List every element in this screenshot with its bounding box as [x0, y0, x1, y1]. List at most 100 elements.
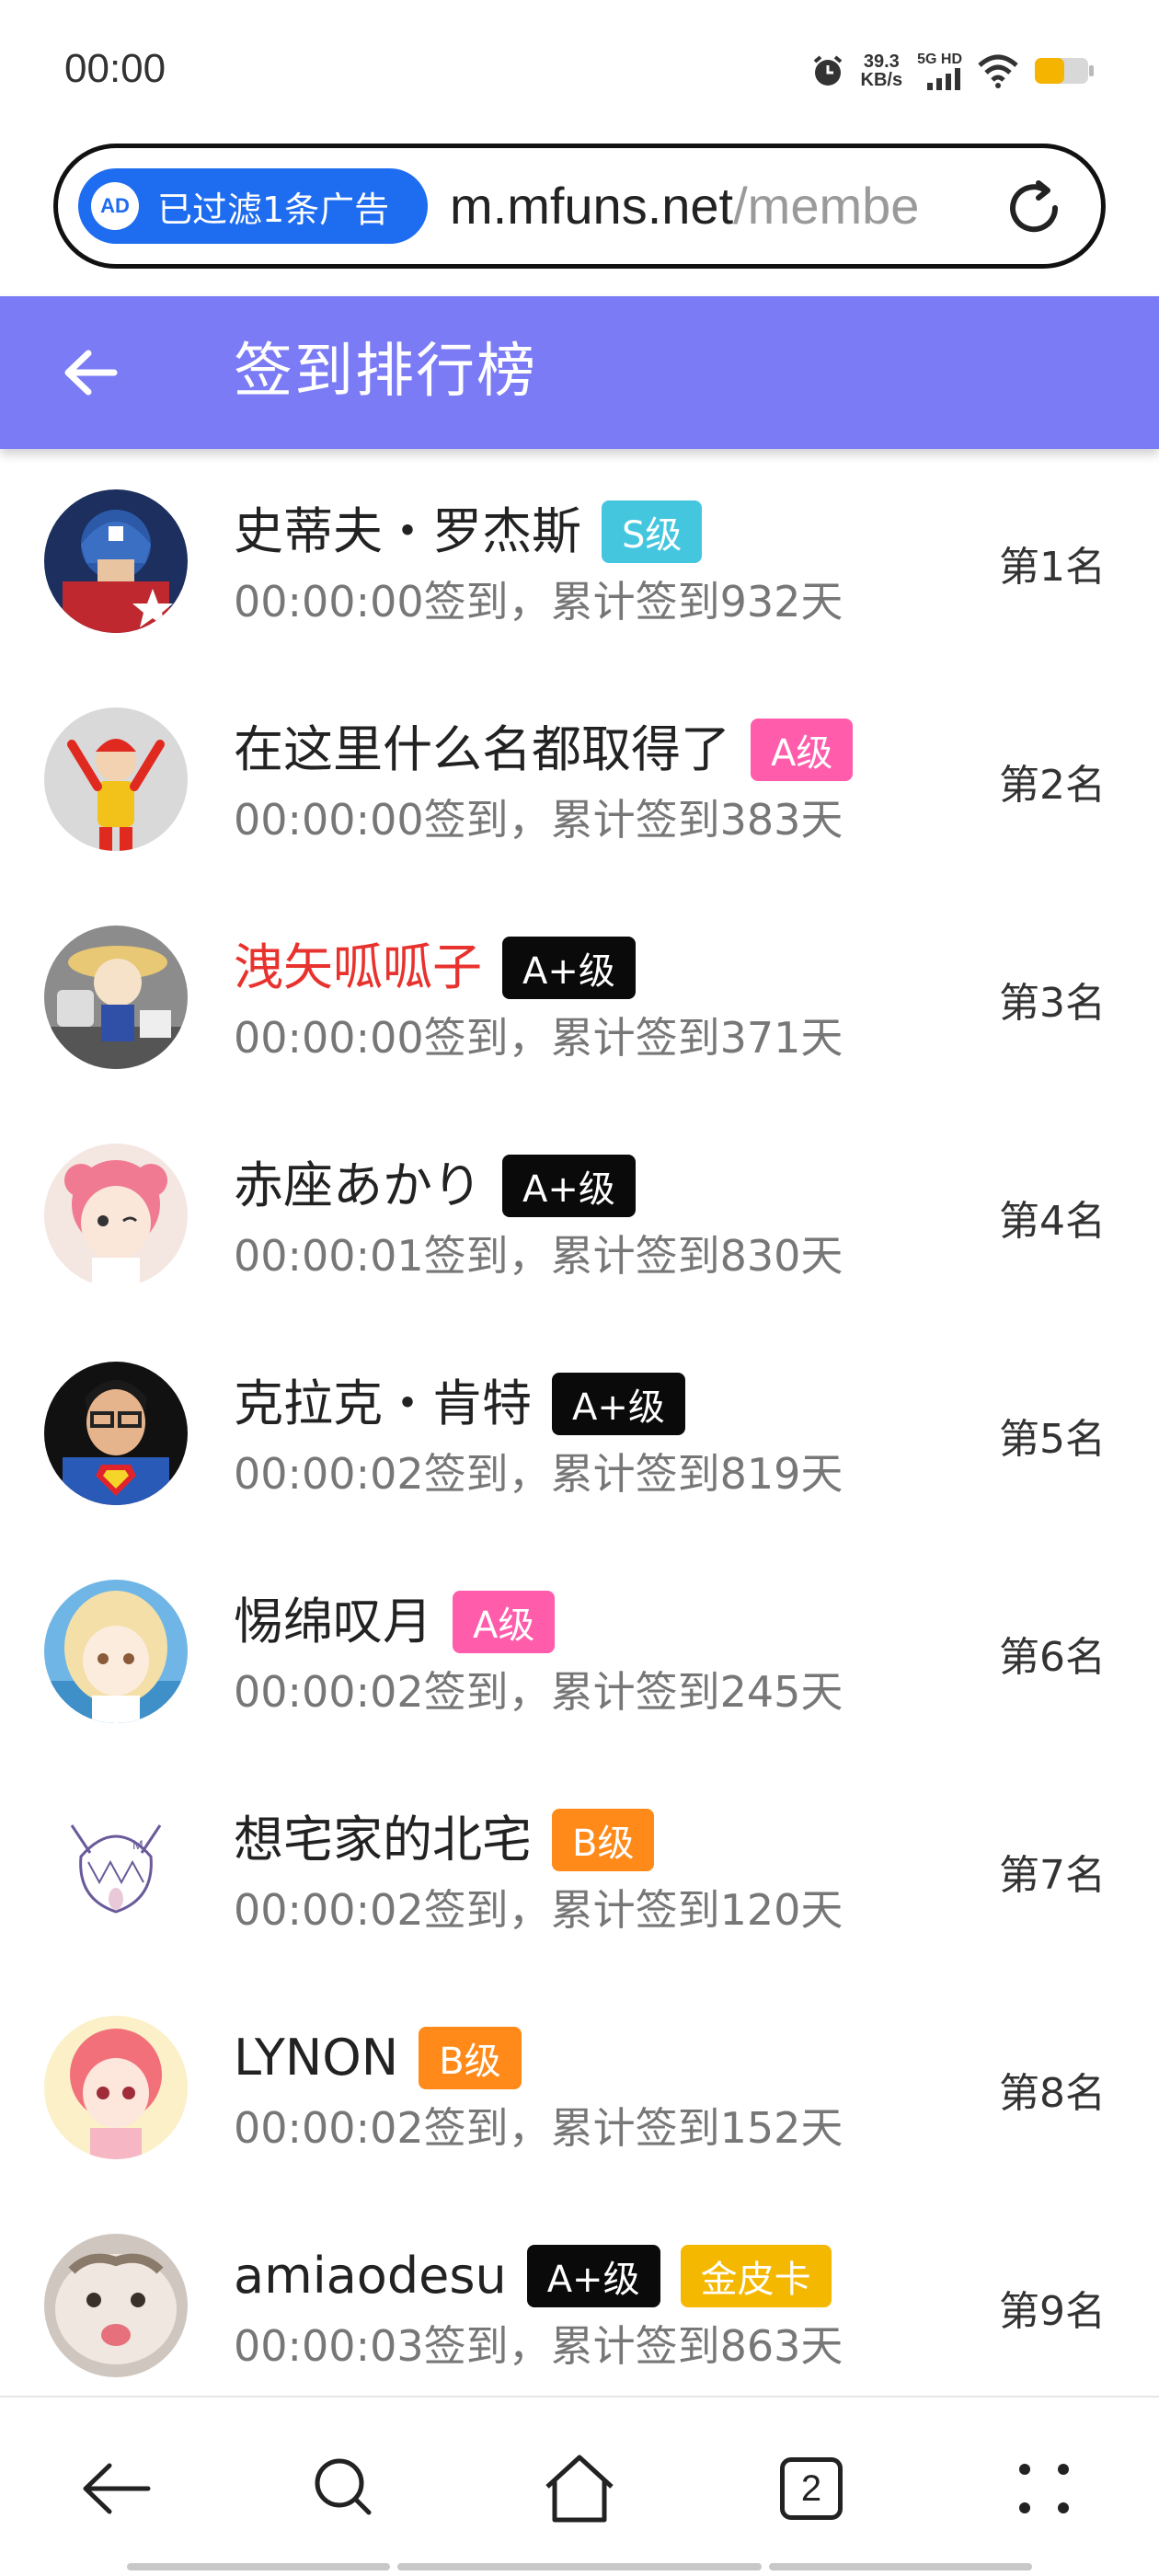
gesture-bar-center [397, 2563, 762, 2570]
net-speed-unit: KB/s [860, 70, 903, 90]
list-item[interactable]: 史蒂夫・罗杰斯 S级 00:00:00签到，累计签到932天 第1名 [0, 449, 1159, 667]
level-badge: A级 [751, 719, 854, 781]
user-name[interactable]: 赤座あかり [234, 1154, 482, 1218]
rank-label: 第4名 [999, 1198, 1106, 1245]
app-header: 签到排行榜 [0, 296, 1159, 449]
list-item[interactable]: 洩矢呱呱子 A+级 00:00:00签到，累计签到371天 第3名 [0, 885, 1159, 1103]
rank-label: 第8名 [999, 2070, 1106, 2117]
superman-avatar[interactable] [44, 1362, 188, 1505]
sign-info: 00:00:03签到，累计签到863天 [234, 2321, 843, 2371]
sign-info: 00:00:02签到，累计签到152天 [234, 2103, 843, 2153]
clown-avatar[interactable] [44, 707, 188, 851]
sign-info: 00:00:00签到，累计签到383天 [234, 795, 843, 845]
signal-icon [927, 68, 960, 90]
level-badge: A+级 [526, 2245, 660, 2307]
list-item[interactable]: 赤座あかり A+级 00:00:01签到，累计签到830天 第4名 [0, 1103, 1159, 1321]
reload-icon[interactable] [1002, 176, 1066, 240]
sketch-avatar[interactable]: M [44, 1798, 188, 1941]
gesture-bar-left [127, 2563, 390, 2570]
name-line: 惕绵叹月 A级 [234, 1585, 556, 1659]
page-title: 签到排行榜 [234, 338, 537, 406]
name-line: 史蒂夫・罗杰斯 S级 [234, 495, 703, 569]
list-item[interactable]: 惕绵叹月 A级 00:00:02签到，累计签到245天 第6名 [0, 1539, 1159, 1757]
ad-block-icon: AD [91, 182, 139, 230]
name-line: amiaodesu A+级 金皮卡 [234, 2239, 832, 2313]
user-name[interactable]: 洩矢呱呱子 [234, 936, 482, 1000]
name-line: LYNON B级 [234, 2021, 522, 2095]
url-text[interactable]: m.mfuns.net/membe [450, 174, 1013, 238]
status-bar: 00:00 39.3 KB/s 5G HD [0, 0, 1159, 138]
net-speed: 39.3 KB/s [861, 52, 903, 89]
status-time: 00:00 [64, 46, 166, 91]
list-item[interactable]: LYNON B级 00:00:02签到，累计签到152天 第8名 [0, 1975, 1159, 2193]
name-line: 洩矢呱呱子 A+级 [234, 931, 636, 1005]
user-name[interactable]: 克拉克・肯特 [234, 1372, 532, 1436]
url-bar[interactable]: AD 已过滤1条广告 m.mfuns.net/membe [53, 144, 1106, 269]
anime-pink-avatar[interactable] [44, 1144, 188, 1287]
sign-info: 00:00:01签到，累计签到830天 [234, 1231, 843, 1281]
level-badge: B级 [552, 1809, 655, 1871]
tab-count-icon: 2 [780, 2457, 843, 2520]
anime-blonde-avatar[interactable] [44, 1580, 188, 1723]
net-speed-value: 39.3 [863, 52, 900, 72]
gold-card-badge: 金皮卡 [680, 2245, 832, 2307]
nav-tabs-button[interactable]: 2 [770, 2447, 853, 2530]
sign-info: 00:00:00签到，累计签到371天 [234, 1013, 843, 1063]
ad-filter-badge[interactable]: AD 已过滤1条广告 [78, 168, 428, 244]
level-badge: A级 [453, 1591, 556, 1653]
rank-label: 第5名 [999, 1416, 1106, 1463]
url-host: m.mfuns.net [450, 177, 734, 235]
name-line: 克拉克・肯特 A+级 [234, 1367, 685, 1441]
list-item[interactable]: 克拉克・肯特 A+级 00:00:02签到，累计签到819天 第5名 [0, 1321, 1159, 1539]
user-name[interactable]: 惕绵叹月 [234, 1590, 432, 1654]
sign-info: 00:00:02签到，累计签到819天 [234, 1449, 843, 1499]
user-name[interactable]: LYNON [234, 2026, 398, 2090]
captain-america-avatar[interactable] [44, 489, 188, 633]
user-name[interactable]: 在这里什么名都取得了 [234, 718, 730, 782]
home-icon [545, 2455, 614, 2523]
nav-search-button[interactable] [304, 2447, 386, 2530]
name-line: 赤座あかり A+级 [234, 1149, 636, 1223]
nav-back-button[interactable] [75, 2447, 158, 2530]
rank-label: 第3名 [999, 980, 1106, 1027]
level-badge: A+级 [502, 1155, 636, 1217]
figure-avatar[interactable] [44, 926, 188, 1069]
gesture-bar-right [769, 2563, 1032, 2570]
list-item[interactable]: amiaodesu A+级 金皮卡 00:00:03签到，累计签到863天 第9… [0, 2193, 1159, 2396]
name-line: 在这里什么名都取得了 A级 [234, 713, 854, 787]
user-name[interactable]: 史蒂夫・罗杰斯 [234, 500, 581, 564]
list-item[interactable]: M 想宅家的北宅 B级 00:00:02签到，累计签到120天 第7名 [0, 1757, 1159, 1975]
search-icon [315, 2458, 372, 2515]
level-badge: A+级 [502, 937, 636, 999]
anime-red-avatar[interactable] [44, 2016, 188, 2159]
nav-menu-button[interactable] [1003, 2447, 1085, 2530]
menu-dots-icon [1019, 2464, 1069, 2513]
net-type: 5G HD [917, 52, 962, 67]
ranking-list: 史蒂夫・罗杰斯 S级 00:00:00签到，累计签到932天 第1名 在这里什么… [0, 449, 1159, 2396]
url-path: /membe [733, 177, 920, 235]
alarm-icon [813, 55, 842, 86]
ad-filter-label: 已过滤1条广告 [157, 189, 390, 230]
name-line: 想宅家的北宅 B级 [234, 1803, 655, 1877]
back-icon [83, 2463, 151, 2514]
signal-group: 5G HD [917, 52, 962, 90]
rank-label: 第9名 [999, 2288, 1106, 2335]
sign-info: 00:00:00签到，累计签到932天 [234, 577, 843, 627]
level-badge: A+级 [552, 1373, 685, 1435]
cat-avatar[interactable] [44, 2234, 188, 2377]
list-item[interactable]: 在这里什么名都取得了 A级 00:00:00签到，累计签到383天 第2名 [0, 667, 1159, 885]
status-icons: 39.3 KB/s 5G HD [809, 48, 1095, 94]
nav-home-button[interactable] [538, 2447, 621, 2530]
browser-bottom-nav: 2 [0, 2396, 1159, 2576]
sign-info: 00:00:02签到，累计签到245天 [234, 1667, 843, 1717]
user-name[interactable]: amiaodesu [234, 2244, 507, 2308]
level-badge: S级 [602, 500, 703, 563]
back-arrow-icon[interactable] [59, 340, 123, 405]
level-badge: B级 [419, 2027, 522, 2089]
sign-info: 00:00:02签到，累计签到120天 [234, 1885, 843, 1935]
wifi-icon [978, 54, 1018, 88]
svg-text:M: M [132, 1837, 143, 1852]
rank-label: 第6名 [999, 1634, 1106, 1681]
rank-label: 第1名 [999, 544, 1106, 591]
user-name[interactable]: 想宅家的北宅 [234, 1808, 532, 1872]
